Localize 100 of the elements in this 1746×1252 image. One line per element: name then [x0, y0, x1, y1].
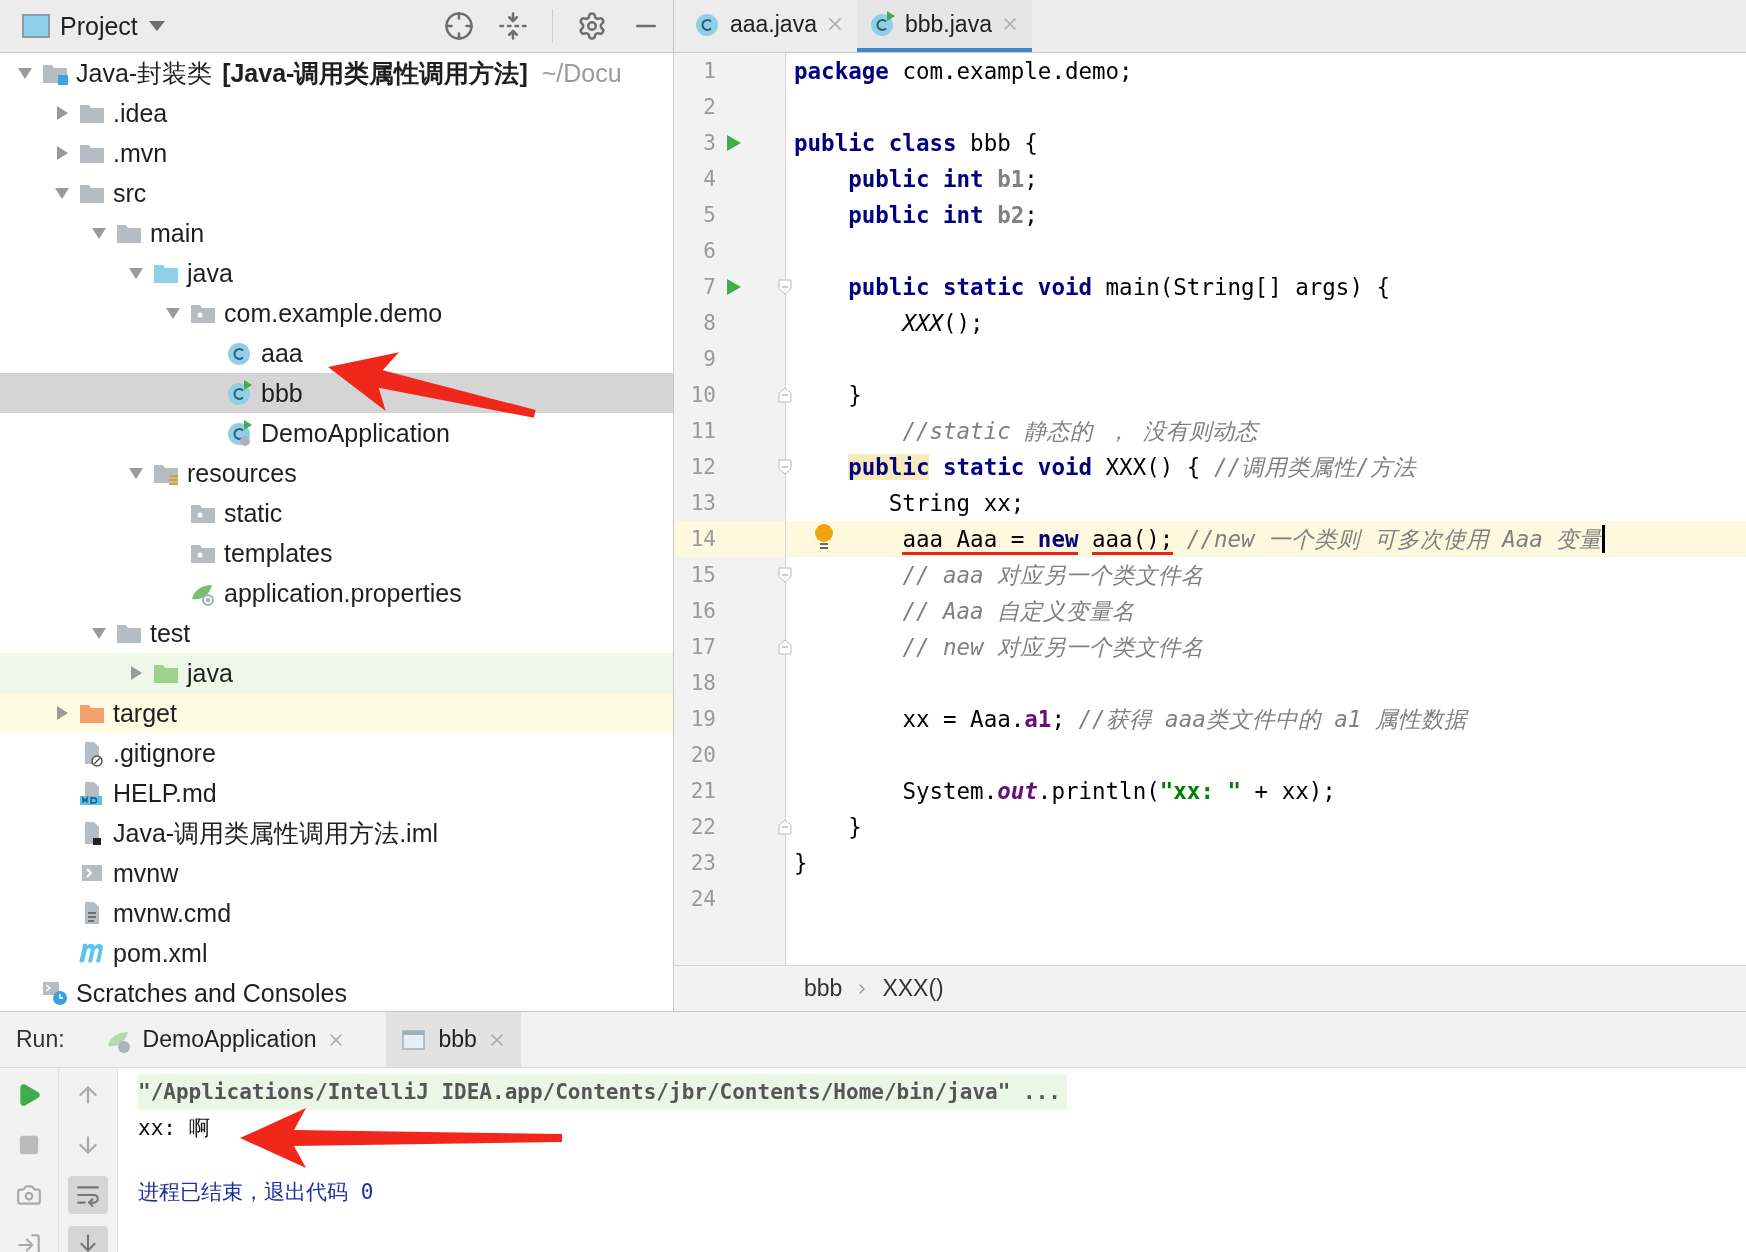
tree-item-label: templates: [224, 538, 333, 568]
line-number: 13: [689, 491, 716, 515]
collapsed-arrow-icon[interactable]: [54, 705, 70, 721]
collapsed-arrow-icon[interactable]: [54, 105, 70, 121]
tree-row[interactable]: DemoApplication: [0, 413, 673, 453]
soft-wrap-button[interactable]: [68, 1176, 108, 1214]
line-number: 24: [689, 887, 716, 911]
tree-item-label: .gitignore: [113, 738, 216, 768]
code-line: public class bbb {: [794, 130, 1038, 156]
expanded-arrow-icon[interactable]: [165, 305, 181, 321]
code-line: public static void main(String[] args) {: [847, 274, 1391, 300]
line-number: 17: [689, 635, 716, 659]
tree-item-label: DemoApplication: [261, 418, 450, 448]
breadcrumb[interactable]: XXX(): [882, 975, 944, 1002]
tree-item-label: main: [150, 218, 205, 248]
tree-item-label: .idea: [113, 98, 168, 128]
tree-item-label: src: [113, 178, 147, 208]
tree-row[interactable]: Java-调用类属性调用方法.iml: [0, 813, 673, 853]
expanded-arrow-icon[interactable]: [91, 225, 107, 241]
line-number: 23: [689, 851, 716, 875]
tree-item-label: pom.xml: [113, 938, 208, 968]
panel-title[interactable]: Project: [60, 11, 138, 41]
dropdown-caret-icon[interactable]: [147, 20, 166, 32]
code-line: String xx;: [887, 490, 1025, 516]
tree-item-label: .mvn: [113, 138, 168, 168]
expanded-arrow-icon[interactable]: [17, 65, 33, 81]
tree-row[interactable]: mvnw.cmd: [0, 893, 673, 933]
expanded-arrow-icon[interactable]: [54, 185, 70, 201]
collapsed-arrow-icon[interactable]: [54, 145, 70, 161]
expanded-arrow-icon[interactable]: [128, 465, 144, 481]
collapse-all-icon[interactable]: [498, 11, 528, 41]
console-line: 进程已结束，退出代码 0: [138, 1179, 375, 1206]
expanded-arrow-icon[interactable]: [128, 265, 144, 281]
breadcrumb[interactable]: bbb: [804, 975, 843, 1002]
tree-row[interactable]: src: [0, 173, 673, 213]
tree-row[interactable]: pom.xml: [0, 933, 673, 973]
code-line: public int b1;: [847, 166, 1038, 192]
run-tab[interactable]: bbb: [386, 1012, 521, 1067]
tree-row[interactable]: .mvn: [0, 133, 673, 173]
code-line: public static void XXX() { //调用类属性/方法: [847, 452, 1416, 482]
tree-row[interactable]: static: [0, 493, 673, 533]
tree-row[interactable]: templates: [0, 533, 673, 573]
code-line: // aaa 对应另一个类文件名: [901, 560, 1205, 590]
tree-row[interactable]: java: [0, 253, 673, 293]
tree-row[interactable]: .gitignore: [0, 733, 673, 773]
tree-row[interactable]: test: [0, 613, 673, 653]
tree-item-label: bbb: [261, 378, 303, 408]
editor-tab[interactable]: bbb.java: [856, 0, 1032, 52]
line-number: 21: [689, 779, 716, 803]
line-number: 16: [689, 599, 716, 623]
expanded-arrow-icon[interactable]: [91, 625, 107, 641]
locate-icon[interactable]: [444, 11, 474, 41]
tree-row[interactable]: Java-封装类 [Java-调用类属性调用方法] ~/Docu: [0, 53, 673, 93]
tree-row[interactable]: bbb: [0, 373, 673, 413]
runnable-class-icon: [226, 379, 254, 407]
tree-row[interactable]: mvnw: [0, 853, 673, 893]
line-number: 11: [689, 419, 716, 443]
fold-icon[interactable]: [778, 387, 792, 403]
run-icon[interactable]: [726, 134, 742, 152]
tree-item-label: resources: [187, 458, 297, 488]
tree-row[interactable]: resources: [0, 453, 673, 493]
stop-icon: [18, 1134, 40, 1156]
settings-icon[interactable]: [577, 11, 607, 41]
line-number: 5: [702, 203, 716, 227]
editor-tab[interactable]: aaa.java: [682, 0, 857, 52]
project-path: ~/Docu: [541, 58, 622, 88]
tree-row[interactable]: application.properties: [0, 573, 673, 613]
run-label: Run:: [16, 1026, 65, 1053]
tree-item-label: Java-调用类属性调用方法.iml: [113, 817, 438, 849]
tree-row[interactable]: main: [0, 213, 673, 253]
line-number: 12: [689, 455, 716, 479]
collapsed-arrow-icon[interactable]: [128, 665, 144, 681]
code-line: }: [847, 382, 862, 408]
code-line: }: [794, 850, 808, 876]
tree-item-label: HELP.md: [113, 778, 217, 808]
tree-row[interactable]: Scratches and Consoles: [0, 973, 673, 1011]
fold-icon[interactable]: [778, 639, 792, 655]
tree-row[interactable]: .idea: [0, 93, 673, 133]
fold-icon[interactable]: [778, 819, 792, 835]
fold-icon[interactable]: [778, 567, 792, 583]
tree-row[interactable]: target: [0, 693, 673, 733]
code-line: xx = Aaa.a1; //获得 aaa类文件中的 a1 属性数据: [901, 704, 1467, 734]
run-tab[interactable]: DemoApplication: [90, 1012, 361, 1067]
fold-icon[interactable]: [778, 279, 792, 295]
tree-item-label: target: [113, 698, 177, 728]
line-number: 8: [702, 311, 716, 335]
line-number: 9: [702, 347, 716, 371]
console-line: xx: 啊: [138, 1115, 211, 1142]
tree-row[interactable]: com.example.demo: [0, 293, 673, 333]
run-icon[interactable]: [726, 278, 742, 296]
code-line: aaa Aaa = new aaa(); //new 一个类则 可多次使用 Aaa 变量: [794, 523, 1603, 555]
tree-row[interactable]: HELP.md: [0, 773, 673, 813]
tree-row[interactable]: aaa: [0, 333, 673, 373]
runnable-class-icon: [868, 10, 897, 38]
line-number: 14: [689, 527, 716, 551]
login-icon: [16, 1232, 42, 1252]
module-name: [Java-调用类属性调用方法]: [222, 57, 528, 89]
tree-row[interactable]: java: [0, 653, 673, 693]
fold-icon[interactable]: [778, 459, 792, 475]
line-number: 19: [689, 707, 716, 731]
